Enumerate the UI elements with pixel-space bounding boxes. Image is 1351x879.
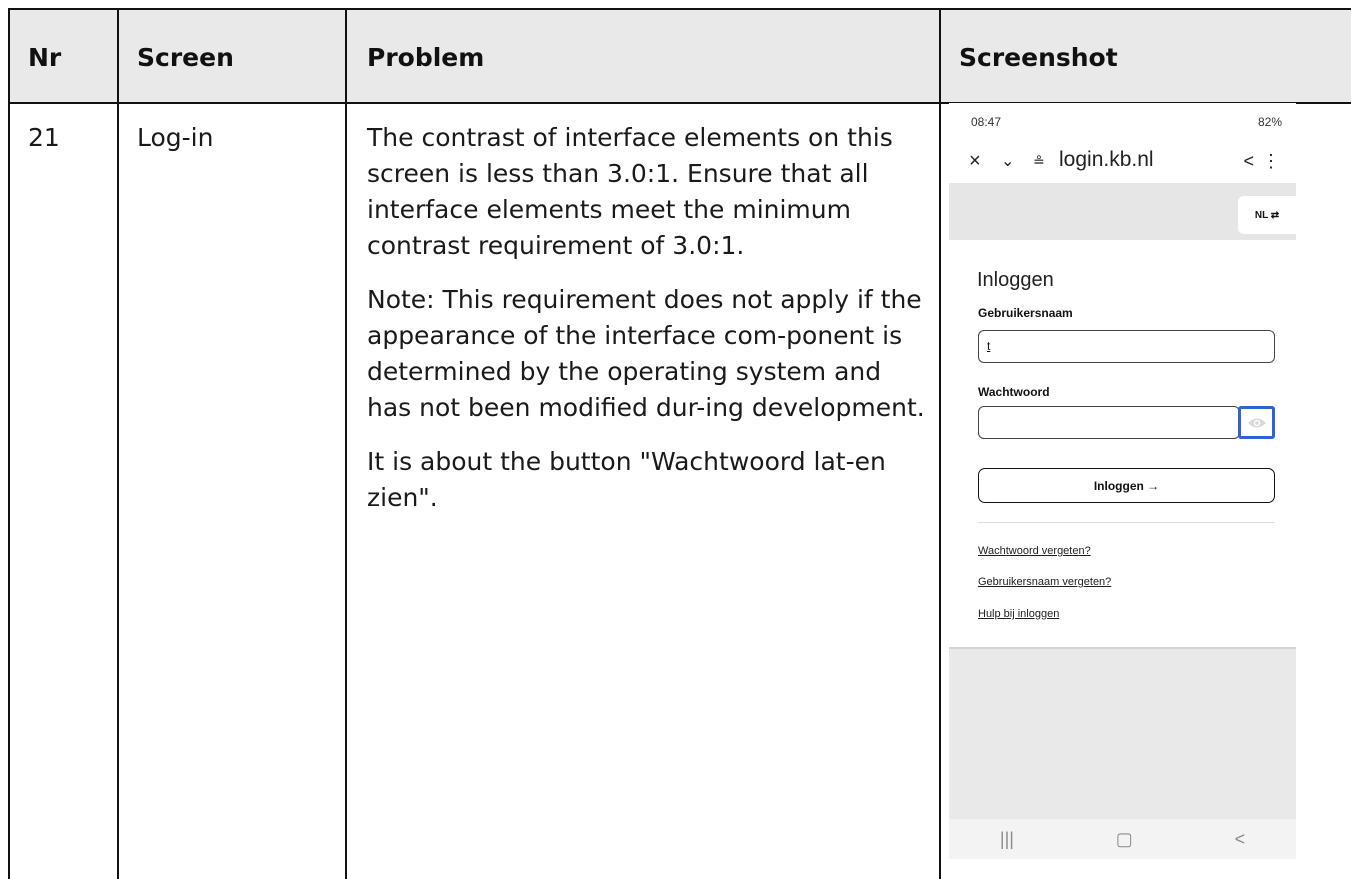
header-nr: Nr: [28, 42, 62, 72]
problem-paragraph: The contrast of interface elements on th…: [367, 123, 893, 260]
back-icon[interactable]: <: [1235, 829, 1246, 850]
login-title: Inloggen: [977, 269, 1054, 291]
browser-bar: × ⌄ ≗ login.kb.nl < ⋮: [949, 139, 1296, 183]
problem-detail: It is about the button "Wachtwoord lat-e…: [367, 447, 886, 512]
android-nav-bar: ||| ▢ <: [949, 819, 1296, 859]
status-bar: 08:47 82%: [971, 115, 1282, 131]
divider: [978, 522, 1275, 523]
row-screen: Log-in: [137, 123, 214, 152]
share-icon[interactable]: <: [1243, 151, 1254, 172]
eye-icon: [1247, 418, 1266, 427]
password-label: Wachtwoord: [978, 385, 1050, 399]
more-icon[interactable]: ⋮: [1262, 151, 1280, 172]
close-icon[interactable]: ×: [969, 150, 981, 173]
footer-area: [949, 647, 1296, 819]
site-settings-icon[interactable]: ≗: [1033, 153, 1045, 170]
language-toggle[interactable]: NL ⇄: [1238, 196, 1296, 234]
username-value: t: [987, 339, 991, 353]
login-button[interactable]: Inloggen →: [978, 468, 1275, 503]
forgot-username-link[interactable]: Gebruikersnaam vergeten?: [978, 576, 1111, 588]
chevron-down-icon[interactable]: ⌄: [1001, 151, 1014, 171]
column-divider: [345, 10, 347, 879]
header-screen: Screen: [137, 42, 234, 72]
phone-screenshot: 08:47 82% × ⌄ ≗ login.kb.nl < ⋮ NL ⇄ Inl…: [949, 103, 1296, 863]
home-icon[interactable]: ▢: [1116, 829, 1133, 850]
column-divider: [939, 10, 941, 879]
site-header: NL ⇄: [949, 183, 1296, 240]
row-nr: 21: [28, 123, 60, 152]
status-time: 08:47: [971, 115, 1002, 129]
problem-note: Note: This requirement does not apply if…: [367, 285, 925, 422]
login-help-link[interactable]: Hulp bij inloggen: [978, 608, 1059, 620]
username-label: Gebruikersnaam: [978, 306, 1073, 320]
status-battery: 82%: [1257, 115, 1282, 129]
header-screenshot: Screenshot: [959, 42, 1118, 72]
password-field[interactable]: [978, 406, 1240, 439]
header-problem: Problem: [367, 42, 485, 72]
forgot-password-link[interactable]: Wachtwoord vergeten?: [978, 545, 1091, 557]
username-field[interactable]: t: [978, 330, 1275, 363]
column-divider: [117, 10, 119, 879]
url-text[interactable]: login.kb.nl: [1059, 148, 1154, 172]
show-password-button[interactable]: [1238, 406, 1275, 439]
row-problem: The contrast of interface elements on th…: [367, 120, 925, 534]
recents-icon[interactable]: |||: [1000, 829, 1014, 850]
